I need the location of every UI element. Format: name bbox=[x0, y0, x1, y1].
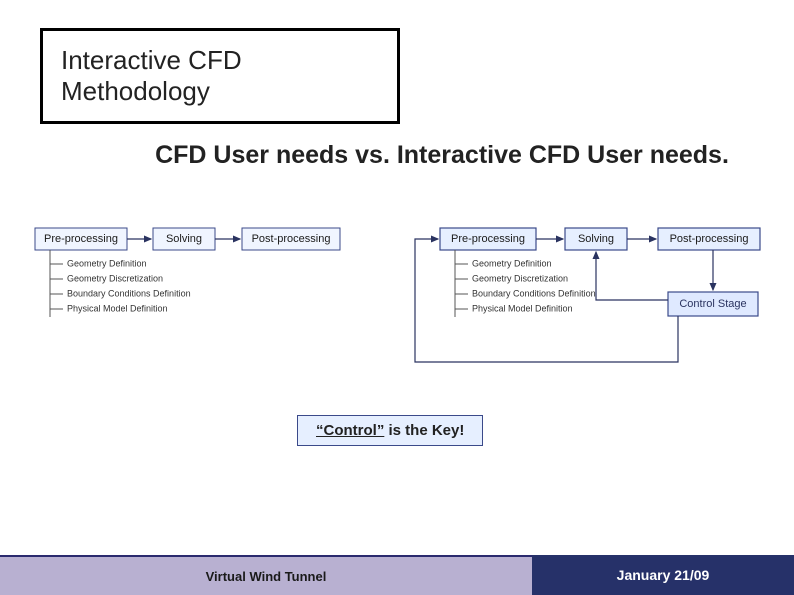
key-rest: is the Key! bbox=[384, 422, 464, 439]
left-stage-solv: Solving bbox=[166, 233, 202, 245]
left-stage-post: Post-processing bbox=[252, 233, 331, 245]
left-sub-1: Geometry Discretization bbox=[67, 273, 163, 283]
right-sub-3: Physical Model Definition bbox=[472, 303, 573, 313]
right-sub-1: Geometry Discretization bbox=[472, 273, 568, 283]
diagram-left: Pre-processing Solving Post-processing G… bbox=[35, 228, 340, 317]
key-message-box: “Control” is the Key! bbox=[297, 415, 483, 446]
right-stage-solv: Solving bbox=[578, 233, 614, 245]
page-title: Interactive CFD Methodology bbox=[61, 45, 242, 106]
diagram-right: Pre-processing Solving Post-processing G… bbox=[415, 228, 760, 362]
right-stage-pre: Pre-processing bbox=[451, 233, 525, 245]
left-sub-3: Physical Model Definition bbox=[67, 303, 168, 313]
footer-left: Virtual Wind Tunnel bbox=[0, 555, 532, 595]
right-stage-post: Post-processing bbox=[670, 233, 749, 245]
left-stage-pre: Pre-processing bbox=[44, 233, 118, 245]
right-sub-2: Boundary Conditions Definition bbox=[472, 288, 596, 298]
key-word: “Control” bbox=[316, 422, 384, 439]
feedback-arrow-solving bbox=[596, 252, 668, 300]
left-sub-0: Geometry Definition bbox=[67, 258, 147, 268]
footer: Virtual Wind Tunnel January 21/09 bbox=[0, 555, 794, 595]
page-title-box: Interactive CFD Methodology bbox=[40, 28, 400, 124]
right-sub-0: Geometry Definition bbox=[472, 258, 552, 268]
control-stage-label: Control Stage bbox=[679, 298, 746, 310]
footer-right: January 21/09 bbox=[532, 555, 794, 595]
diagram-area: Pre-processing Solving Post-processing G… bbox=[30, 222, 770, 372]
subtitle: CFD User needs vs. Interactive CFD User … bbox=[130, 140, 754, 171]
left-sub-2: Boundary Conditions Definition bbox=[67, 288, 191, 298]
